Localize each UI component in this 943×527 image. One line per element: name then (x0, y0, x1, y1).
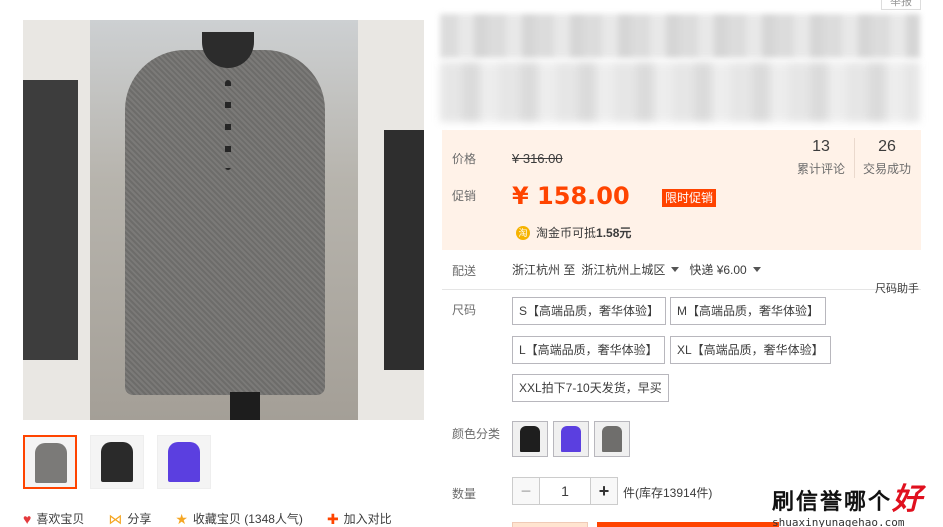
share-icon: ⋈ (108, 510, 123, 527)
heart-icon: ♥ (23, 510, 32, 527)
coin-text: 淘金币可抵 (536, 226, 597, 240)
buy-now-button[interactable] (512, 522, 588, 527)
price-label: 价格 (452, 152, 477, 166)
stats-divider (854, 138, 855, 178)
size-option-m[interactable]: M【高端品质，奢华体验】 (670, 297, 826, 325)
size-option-s[interactable]: S【高端品质，奢华体验】 (512, 297, 667, 325)
compare-button[interactable]: ✚ 加入对比 (327, 510, 392, 527)
thumbnail-strip (23, 435, 224, 489)
shipping-divider (442, 289, 921, 290)
quantity-stepper: − + (512, 477, 618, 505)
like-button[interactable]: ♥ 喜欢宝贝 (23, 510, 84, 527)
shipping-row: 浙江杭州 至 浙江杭州上城区 快递 ¥6.00 (512, 261, 771, 278)
express-select[interactable]: 快递 ¥6.00 (689, 261, 746, 278)
promo-price: ¥ 158.00 (512, 182, 630, 210)
size-option-xxl[interactable]: XXL拍下7-10天发货，早买 (512, 374, 669, 402)
destination-select[interactable]: 浙江杭州上城区 (581, 261, 665, 278)
site-watermark: 刷信誉哪个好 shuaxinyunagehao.com (772, 474, 942, 527)
reviews-label: 累计评论 (797, 162, 846, 176)
shipping-origin: 浙江杭州 至 (512, 263, 576, 277)
share-button[interactable]: ⋈ 分享 (108, 510, 151, 527)
chevron-down-icon[interactable] (671, 267, 680, 272)
background-rack-right (384, 130, 424, 370)
compare-label: 加入对比 (343, 512, 392, 526)
thumb-swatch (101, 442, 133, 482)
model-legs (230, 392, 260, 420)
like-label: 喜欢宝贝 (36, 512, 85, 526)
quantity-label: 数量 (452, 487, 477, 501)
promo-tag-badge: 限时促销 (662, 189, 717, 207)
photo-scene (90, 20, 358, 420)
report-link[interactable]: 举报 (881, 0, 921, 10)
color-swatch (602, 426, 622, 452)
coin-icon: 淘 (516, 225, 530, 240)
size-helper-link[interactable]: 尺码助手 (875, 280, 919, 296)
blurred-title (440, 14, 920, 58)
decrease-button[interactable]: − (512, 477, 540, 505)
chevron-down-icon[interactable] (752, 267, 761, 272)
quantity-input[interactable] (540, 477, 590, 505)
star-icon: ★ (175, 510, 188, 527)
color-swatch (520, 426, 540, 452)
reviews-stat[interactable]: 13 累计评论 (797, 138, 845, 177)
product-actions: ♥ 喜欢宝贝 ⋈ 分享 ★ 收藏宝贝 (1348人气) ✚ 加入对比 (23, 510, 416, 527)
favorite-label: 收藏宝贝 (1348人气) (192, 512, 303, 526)
size-label: 尺码 (452, 303, 477, 317)
color-option-gray[interactable] (594, 421, 630, 457)
original-price: ¥ 316.00 (512, 151, 563, 166)
stock-text: 件(库存13914件) (623, 486, 713, 500)
thumb-swatch (35, 443, 67, 483)
favorite-button[interactable]: ★ 收藏宝贝 (1348人气) (175, 510, 303, 527)
reviews-count: 13 (812, 138, 830, 155)
dress-buttons (225, 80, 231, 170)
size-option-l[interactable]: L【高端品质，奢华体验】 (512, 336, 665, 364)
thumb-swatch (168, 442, 200, 482)
thumbnail-3[interactable] (157, 435, 211, 489)
add-to-cart-button[interactable] (597, 522, 779, 527)
price-panel: 价格 ¥ 316.00 促销 ¥ 158.00 限时促销 淘 淘金币可抵 1.58… (442, 130, 921, 250)
watermark-big-char: 好 (892, 482, 925, 517)
background-rack-left (23, 80, 78, 360)
sales-label: 交易成功 (862, 162, 911, 176)
color-option-black[interactable] (512, 421, 548, 457)
plus-icon: ✚ (326, 510, 339, 527)
color-option-purple[interactable] (553, 421, 589, 457)
thumbnail-2[interactable] (90, 435, 144, 489)
size-option-xl[interactable]: XL【高端品质，奢华体验】 (670, 336, 831, 364)
watermark-text: 刷信誉哪个 (772, 489, 893, 515)
promo-label: 促销 (452, 189, 477, 203)
shipping-label: 配送 (452, 264, 477, 278)
coin-amount: 1.58元 (596, 226, 632, 240)
sales-stat: 26 交易成功 (862, 138, 912, 177)
blurred-subtitle (440, 62, 920, 122)
thumbnail-1[interactable] (23, 435, 77, 489)
taojinbi-row: 淘 淘金币可抵 1.58元 (516, 224, 631, 241)
main-product-image[interactable] (23, 20, 424, 420)
sales-count: 26 (878, 138, 896, 155)
color-label: 颜色分类 (452, 427, 501, 441)
share-label: 分享 (127, 512, 152, 526)
color-swatch (561, 426, 581, 452)
increase-button[interactable]: + (590, 477, 618, 505)
